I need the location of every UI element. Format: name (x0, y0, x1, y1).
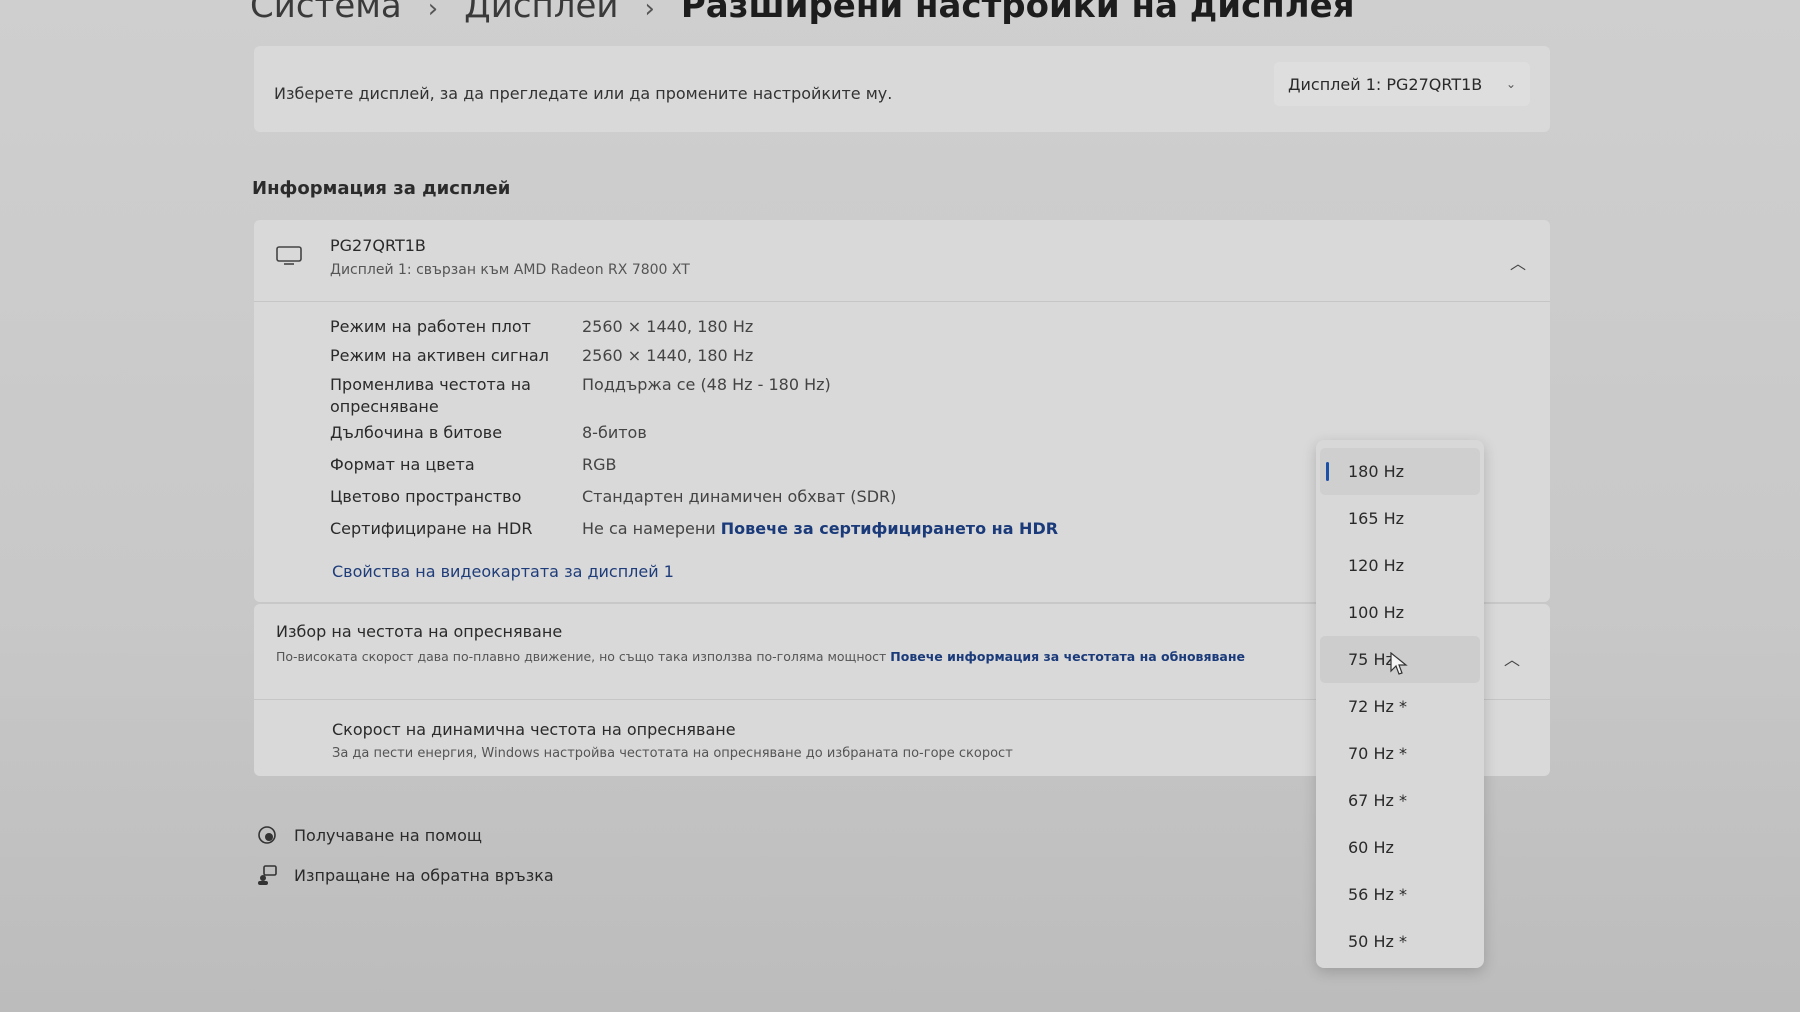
property-value: RGB (582, 455, 617, 474)
refresh-rate-title: Избор на честота на опресняване (276, 622, 563, 641)
get-help-link[interactable]: Получаване на помощ (256, 824, 482, 846)
property-row: Променлива честота на опресняване Поддър… (330, 374, 1130, 422)
property-key: Режим на работен плот (330, 317, 531, 336)
get-help-label: Получаване на помощ (294, 825, 482, 845)
refresh-option-165hz[interactable]: 165 Hz (1320, 495, 1480, 542)
send-feedback-link[interactable]: Изпращане на обратна връзка (256, 864, 554, 886)
property-key: Цветово пространство (330, 487, 522, 506)
property-row: Формат на цвета RGB (330, 454, 1130, 486)
hdr-certification-link[interactable]: Повече за сертифицирането на HDR (721, 519, 1058, 538)
display-name: PG27QRT1B (330, 236, 426, 255)
section-title-display-info: Информация за дисплей (252, 178, 511, 199)
property-value: 2560 × 1440, 180 Hz (582, 346, 754, 365)
property-key: Променлива честота на опресняване (330, 375, 531, 416)
feedback-icon (258, 865, 277, 885)
refresh-option-72hz[interactable]: 72 Hz * (1320, 683, 1480, 730)
mouse-cursor-icon (1390, 652, 1408, 675)
display-subtitle: Дисплей 1: свързан към AMD Radeon RX 780… (330, 262, 690, 278)
property-key: Формат на цвета (330, 455, 475, 474)
refresh-option-67hz[interactable]: 67 Hz * (1320, 777, 1480, 824)
property-value: 2560 × 1440, 180 Hz (582, 317, 754, 336)
chevron-down-icon: ⌄ (1505, 77, 1516, 91)
refresh-option-120hz[interactable]: 120 Hz (1320, 542, 1480, 589)
select-display-card: Изберете дисплей, за да прегледате или д… (254, 46, 1550, 132)
property-key: Сертифициране на HDR (330, 519, 533, 538)
chevron-up-icon[interactable]: ︿ (1504, 646, 1520, 670)
refresh-option-100hz[interactable]: 100 Hz (1320, 589, 1480, 636)
property-value: Поддържа се (48 Hz - 180 Hz) (582, 375, 831, 394)
refresh-option-56hz[interactable]: 56 Hz * (1320, 871, 1480, 918)
display-properties: Режим на работен плот 2560 × 1440, 180 H… (330, 316, 1130, 550)
property-key: Дълбочина в битове (330, 423, 503, 442)
property-key: Режим на активен сигнал (330, 346, 549, 365)
settings-page: Система › Дисплей › Разширени настройки … (0, 0, 1800, 1012)
page-title: Разширени настройки на дисплея (680, 0, 1355, 26)
display-select-value: Дисплей 1: PG27QRT1B (1288, 74, 1483, 94)
refresh-option-50hz[interactable]: 50 Hz * (1320, 918, 1480, 965)
property-row: Режим на работен плот 2560 × 1440, 180 H… (330, 316, 1130, 345)
breadcrumb-display[interactable]: Дисплей (464, 0, 618, 26)
hdr-status: Не са намерени (582, 519, 716, 538)
property-value: Стандартен динамичен обхват (SDR) (582, 487, 897, 506)
breadcrumb: Система › Дисплей › Разширени настройки … (250, 0, 1355, 26)
display-info-header[interactable]: PG27QRT1B Дисплей 1: свързан към AMD Rad… (254, 220, 1550, 302)
dynamic-refresh-description: За да пести енергия, Windows настройва ч… (332, 746, 1013, 761)
display-select[interactable]: Дисплей 1: PG27QRT1B ⌄ (1274, 62, 1530, 106)
property-row: Режим на активен сигнал 2560 × 1440, 180… (330, 345, 1130, 374)
chevron-up-icon[interactable]: ︿ (1510, 250, 1526, 274)
monitor-icon (276, 246, 302, 265)
breadcrumb-separator: › (644, 0, 655, 24)
property-value: 8-битов (582, 423, 647, 442)
property-row: Дълбочина в битове 8-битов (330, 422, 1130, 454)
refresh-rate-description-text: По-високата скорост дава по-плавно движе… (276, 649, 887, 664)
breadcrumb-separator: › (427, 0, 439, 24)
select-display-label: Изберете дисплей, за да прегледате или д… (274, 84, 893, 103)
help-icon (258, 826, 276, 844)
refresh-option-70hz[interactable]: 70 Hz * (1320, 730, 1480, 777)
refresh-rate-info-link[interactable]: Повече информация за честотата на обновя… (890, 649, 1245, 664)
property-row: Цветово пространство Стандартен динамиче… (330, 486, 1130, 518)
gpu-properties-link[interactable]: Свойства на видеокартата за дисплей 1 (332, 562, 674, 581)
property-row: Сертифициране на HDR Не са намерени Пове… (330, 518, 1130, 550)
send-feedback-label: Изпращане на обратна връзка (294, 865, 554, 885)
dynamic-refresh-title: Скорост на динамична честота на опресняв… (332, 720, 736, 739)
refresh-rate-description: По-високата скорост дава по-плавно движе… (276, 646, 1256, 668)
breadcrumb-system[interactable]: Система (250, 0, 402, 26)
refresh-option-60hz[interactable]: 60 Hz (1320, 824, 1480, 871)
refresh-rate-dropdown: 180 Hz 165 Hz 120 Hz 100 Hz 75 Hz 72 Hz … (1316, 440, 1484, 968)
property-value: Не са намерени Повече за сертифицирането… (582, 518, 1130, 550)
refresh-option-180hz[interactable]: 180 Hz (1320, 448, 1480, 495)
